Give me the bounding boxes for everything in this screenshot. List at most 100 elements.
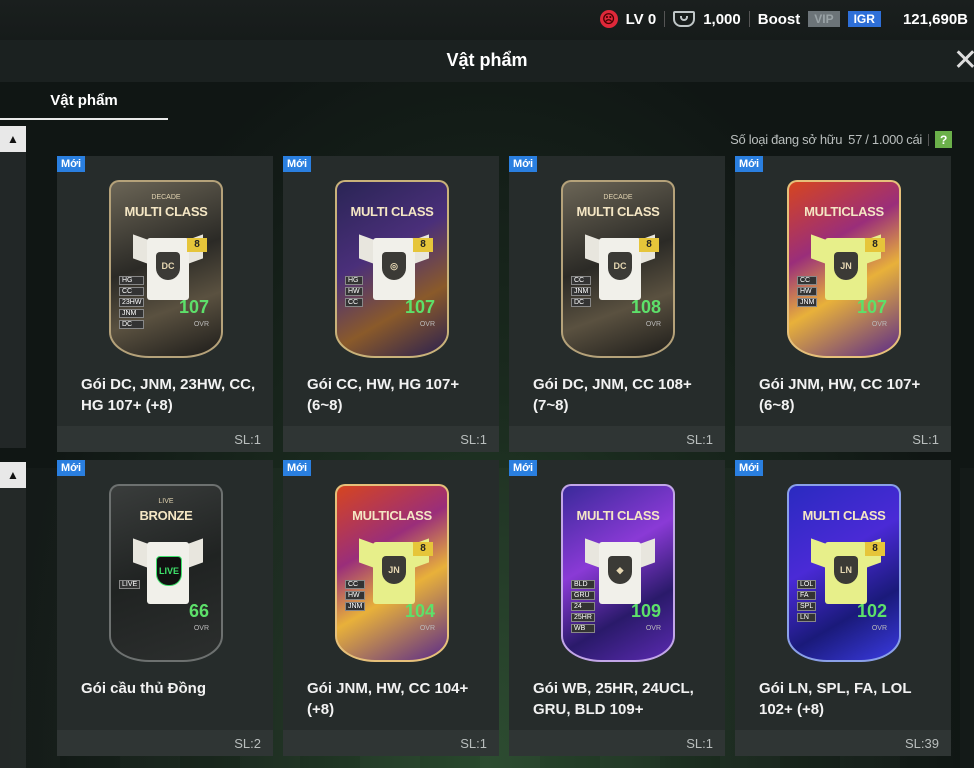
shirt-icon: ◆ <box>585 534 655 606</box>
pack-image: LIVE BRONZE LIVE LIVE 66 OVR <box>109 484 223 662</box>
pack-title: MULTICLASS <box>804 204 884 219</box>
ovr-value: 107 OVR <box>857 298 887 334</box>
pack-image: DECADE MULTI CLASS DC 8 HG CC 23HW JNM DC 107 OVR <box>109 180 223 358</box>
pack-tag: CC <box>119 287 145 296</box>
collapse-up-icon-2[interactable]: ▲ <box>0 462 26 488</box>
page-title: Vật phẩm <box>446 50 528 70</box>
ovr-value: 104 OVR <box>405 602 435 638</box>
boost-label[interactable]: Boost <box>758 11 801 28</box>
side-strip-top <box>0 126 26 448</box>
ovr-number: 107 <box>856 297 887 317</box>
pack-name: Gói LN, SPL, FA, LOL 102+ (+8) <box>759 680 912 718</box>
quantity-label: SL:1 <box>686 432 713 447</box>
ovr-label: OVR <box>193 321 209 328</box>
ovr-label: OVR <box>871 321 887 328</box>
pack-title: BRONZE <box>139 508 193 523</box>
item-card[interactable]: Mới DECADE MULTI CLASS DC 8 CC JNM DC 108 OVR Gói … <box>509 156 725 452</box>
igr-badge[interactable]: IGR <box>847 11 881 27</box>
ovr-number: 108 <box>630 297 661 317</box>
item-card[interactable]: Mới MULTI CLASS ◎ 8 HG HW CC 107 OVR Gói CC, HW, … <box>283 156 499 452</box>
pack-tag: DC <box>119 320 145 329</box>
pack-title: MULTI CLASS <box>124 204 208 219</box>
ovr-label: OVR <box>419 321 435 328</box>
close-icon[interactable]: ✕ <box>953 46 974 76</box>
pack-tag: HW <box>345 287 363 296</box>
tab-items[interactable]: Vật phẩm <box>0 92 168 120</box>
quantity-label: SL:1 <box>234 432 261 447</box>
new-badge: Mới <box>57 156 86 172</box>
pack-tag: LN <box>797 613 817 622</box>
pack-title: MULTI CLASS <box>576 204 660 219</box>
ovr-value: 107 OVR <box>405 298 435 334</box>
pack-tag: HW <box>345 591 366 600</box>
item-card[interactable]: Mới MULTI CLASS LN 8 LOL FA SPL LN 102 OVR Gói LN,… <box>735 460 951 756</box>
level-text: LV 0 <box>625 10 657 28</box>
crest-icon: DC <box>156 252 180 280</box>
ovr-number: 107 <box>404 297 435 317</box>
ovr-label: OVR <box>419 625 435 632</box>
pack-title: MULTI CLASS <box>350 204 434 219</box>
status-area: ☹ LV 0 1,000 Boost VIP IGR 121,690B <box>599 10 968 28</box>
level-face-icon: ☹ <box>599 10 618 28</box>
ovr-label: OVR <box>645 625 661 632</box>
new-badge: Mới <box>509 460 538 476</box>
crest-icon: ◆ <box>608 556 632 584</box>
pack-tag: JNM <box>797 298 818 307</box>
pack-tags: LIVE <box>119 580 141 589</box>
pack-tag: GRU <box>571 591 595 600</box>
new-badge: Mới <box>283 460 312 476</box>
vip-badge[interactable]: VIP <box>808 11 840 27</box>
ovr-value: 107 OVR <box>179 298 209 334</box>
pack-image: MULTI CLASS LN 8 LOL FA SPL LN 102 OVR <box>787 484 901 662</box>
pack-tag: JNM <box>119 309 145 318</box>
pack-subtitle: DECADE <box>151 194 181 201</box>
divider <box>748 11 750 27</box>
ovr-value: 102 OVR <box>857 602 887 638</box>
pack-tag: JNM <box>571 287 592 296</box>
pack-image: MULTICLASS JN 8 CC HW JNM 107 OVR <box>787 180 901 358</box>
upgrade-number: 8 <box>865 238 885 252</box>
owned-count-label: Số loại đang sở hữu <box>730 132 843 147</box>
pack-image: MULTI CLASS ◎ 8 HG HW CC 107 OVR <box>335 180 449 358</box>
quantity-label: SL:1 <box>460 736 487 751</box>
item-card[interactable]: Mới MULTI CLASS ◆ BLD GRU 24 25HR WB 109 OVR Gói W… <box>509 460 725 756</box>
quantity-label: SL:1 <box>912 432 939 447</box>
upgrade-number: 8 <box>413 542 433 556</box>
pack-tag: 24 <box>571 602 595 611</box>
pack-tag: 25HR <box>571 613 595 622</box>
collapse-up-icon[interactable]: ▲ <box>0 126 26 152</box>
ovr-number: 104 <box>404 601 435 621</box>
coin-amount: 1,000 <box>703 10 741 28</box>
help-button[interactable]: ? <box>935 131 952 148</box>
pack-tags: CC HW JNM <box>797 276 818 307</box>
upgrade-number: 8 <box>639 238 659 252</box>
ovr-number: 102 <box>856 601 887 621</box>
pack-tag: LIVE <box>119 580 141 589</box>
pack-tag: FA <box>797 591 817 600</box>
ovr-value: 66 OVR <box>189 602 209 638</box>
pack-tag: WB <box>571 624 595 633</box>
top-status-bar: ☹ LV 0 1,000 Boost VIP IGR 121,690B <box>0 0 974 40</box>
upgrade-number: 8 <box>413 238 433 252</box>
shirt-icon: LIVE <box>133 534 203 606</box>
ovr-label: OVR <box>871 625 887 632</box>
ovr-number: 109 <box>630 601 661 621</box>
item-card[interactable]: Mới MULTICLASS JN 8 CC HW JNM 107 OVR Gói JNM, HW… <box>735 156 951 452</box>
crest-icon: JN <box>382 556 406 584</box>
item-card[interactable]: Mới DECADE MULTI CLASS DC 8 HG CC 23HW JNM DC 107 O… <box>57 156 273 452</box>
coin-icon <box>673 11 696 27</box>
item-card[interactable]: Mới MULTICLASS JN 8 CC HW JNM 104 OVR Gói JNM, HW… <box>283 460 499 756</box>
pack-tag: HG <box>119 276 145 285</box>
item-card[interactable]: Mới LIVE BRONZE LIVE LIVE 66 OVR Gói cầu thủ Đồ… <box>57 460 273 756</box>
pack-name: Gói DC, JNM, CC 108+ (7~8) <box>533 376 692 414</box>
pack-tag: HW <box>797 287 818 296</box>
new-badge: Mới <box>735 460 764 476</box>
pack-tag: LOL <box>797 580 817 589</box>
pack-name: Gói cầu thủ Đồng <box>81 680 206 697</box>
crest-icon: DC <box>608 252 632 280</box>
quantity-label: SL:1 <box>460 432 487 447</box>
pack-image: MULTICLASS JN 8 CC HW JNM 104 OVR <box>335 484 449 662</box>
pack-name: Gói JNM, HW, CC 107+ (6~8) <box>759 376 921 414</box>
pack-title: MULTI CLASS <box>802 508 886 523</box>
bp-amount: 121,690B <box>902 10 968 28</box>
